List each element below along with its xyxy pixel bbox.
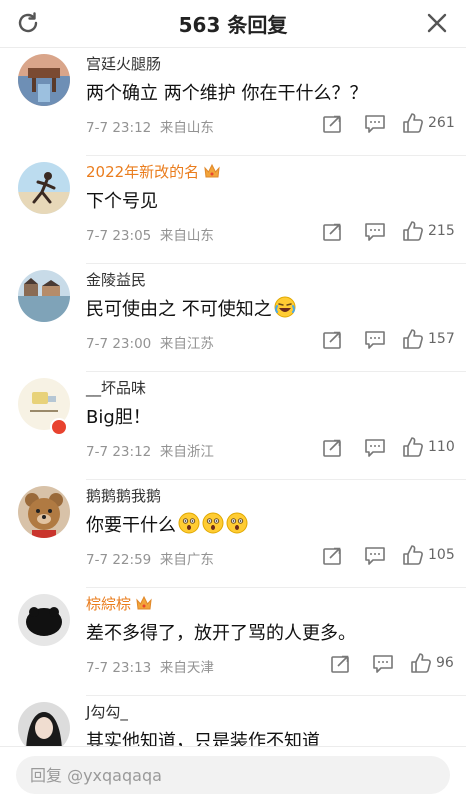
location: 来自天津 [159,660,214,676]
username[interactable]: 2022年新改的名 [86,161,221,182]
comment-meta: 7-7 23:12 来自山东 [86,116,214,136]
timestamp: 7-7 22:59 [86,552,152,568]
page-title: 563 条回复 [178,13,288,37]
location: 来自山东 [159,120,214,136]
comment-item: 鹅鹅鹅我鹅 你要干什么 7-7 22:59 来自广东 105 [0,480,466,588]
header: 563 条回复 [0,0,466,48]
like-icon[interactable] [402,220,424,242]
like-count: 96 [436,655,454,671]
share-icon[interactable] [322,438,342,458]
comment-meta: 7-7 23:05 来自山东 [86,224,214,244]
username[interactable]: 棕綜棕 [86,593,153,614]
comment-text: 其实他知道，只是装作不知道 [86,731,320,746]
like-count: 215 [428,223,455,239]
username[interactable]: __坏品味 [86,377,146,398]
username[interactable]: 金陵益民 [86,269,146,290]
shocked-emoji [178,512,200,534]
reply-icon[interactable] [364,546,386,566]
location: 来自江苏 [159,336,214,352]
close-icon[interactable] [426,12,448,34]
laugh-cry-emoji [274,296,296,318]
like-icon[interactable] [410,652,432,674]
comment-text: 你要干什么 [86,511,248,537]
comment-item: 棕綜棕 差不多得了，放开了骂的人更多。 7-7 23:13 来自天津 96 [0,588,466,696]
comment-text: 下个号见 [86,191,158,212]
comment-item: 2022年新改的名 下个号见 7-7 23:05 来自山东 215 [0,156,466,264]
timestamp: 7-7 23:00 [86,336,152,352]
reply-icon[interactable] [364,330,386,350]
comment-item: J勾勾_ 其实他知道，只是装作不知道 [0,696,466,746]
like-icon[interactable] [402,544,424,566]
reply-bar [0,746,466,800]
avatar[interactable] [18,486,70,538]
comment-text: 民可使由之 不可使知之 [86,295,296,321]
comment-text: 两个确立 两个维护 你在干什么？？ [86,83,368,104]
reply-icon[interactable] [364,438,386,458]
crown-icon [136,595,152,610]
comment-meta: 7-7 23:00 来自江苏 [86,332,214,352]
avatar[interactable] [18,594,70,646]
comment-item: __坏品味 Big胆！ 7-7 23:12 来自浙江 110 [0,372,466,480]
comment-text: Big胆！ [86,407,151,428]
share-icon[interactable] [322,546,342,566]
shocked-emoji [202,512,224,534]
reply-icon[interactable] [372,654,394,674]
timestamp: 7-7 23:12 [86,120,152,136]
username[interactable]: 宫廷火腿肠 [86,53,161,74]
shocked-emoji [226,512,248,534]
comment-item: 宫廷火腿肠 两个确立 两个维护 你在干什么？？ 7-7 23:12 来自山东 2… [0,48,466,156]
like-count: 157 [428,331,455,347]
location: 来自山东 [159,228,214,244]
avatar[interactable] [18,162,70,214]
location: 来自浙江 [159,444,214,460]
crown-icon [204,163,220,178]
comment-list: 宫廷火腿肠 两个确立 两个维护 你在干什么？？ 7-7 23:12 来自山东 2… [0,48,466,746]
like-icon[interactable] [402,328,424,350]
timestamp: 7-7 23:05 [86,228,152,244]
like-icon[interactable] [402,436,424,458]
share-icon[interactable] [322,330,342,350]
reply-icon[interactable] [364,222,386,242]
like-icon[interactable] [402,112,424,134]
like-count: 105 [428,547,455,563]
comment-meta: 7-7 22:59 来自广东 [86,548,214,568]
share-icon[interactable] [322,222,342,242]
reply-input[interactable] [16,756,450,794]
username[interactable]: J勾勾_ [86,701,128,722]
timestamp: 7-7 23:13 [86,660,152,676]
username[interactable]: 鹅鹅鹅我鹅 [86,485,161,506]
comment-item: 金陵益民 民可使由之 不可使知之 7-7 23:00 来自江苏 157 [0,264,466,372]
reply-icon[interactable] [364,114,386,134]
avatar[interactable] [18,54,70,106]
location: 来自广东 [159,552,214,568]
comment-meta: 7-7 23:13 来自天津 [86,656,214,676]
avatar[interactable] [18,702,70,746]
verified-badge [50,418,68,436]
like-count: 110 [428,439,455,455]
like-count: 261 [428,115,455,131]
comment-text: 差不多得了，放开了骂的人更多。 [86,623,356,644]
comment-meta: 7-7 23:12 来自浙江 [86,440,214,460]
timestamp: 7-7 23:12 [86,444,152,460]
share-icon[interactable] [330,654,350,674]
share-icon[interactable] [322,114,342,134]
avatar[interactable] [18,270,70,322]
